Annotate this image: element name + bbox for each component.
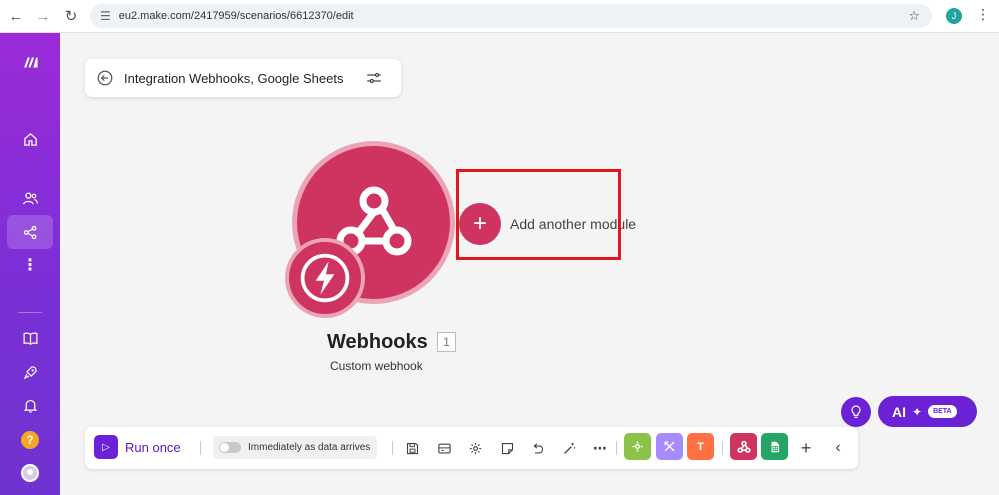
schedule-label: Immediately as data arrives <box>248 442 371 453</box>
google-sheets-tile[interactable] <box>761 433 788 460</box>
save-icon[interactable] <box>403 439 421 457</box>
back-arrow-icon[interactable]: ← <box>3 3 29 29</box>
scenario-header: Integration Webhooks, Google Sheets <box>85 59 401 97</box>
toolbar-divider <box>722 441 723 455</box>
beta-badge: BETA <box>928 405 957 418</box>
module-count-badge: 1 <box>437 332 456 352</box>
scenarios-icon[interactable] <box>7 215 53 249</box>
lightbulb-icon[interactable] <box>841 397 871 427</box>
user-avatar[interactable] <box>21 464 39 482</box>
play-icon[interactable]: ▷ <box>94 435 118 459</box>
launch-icon[interactable] <box>7 355 53 389</box>
collapse-toolbar-icon[interactable]: ‹ <box>829 439 847 457</box>
sticky-note-icon[interactable] <box>498 439 516 457</box>
bell-icon[interactable] <box>7 388 53 422</box>
browser-menu-icon[interactable]: ⋮ <box>976 6 990 23</box>
sidebar-divider <box>18 312 42 313</box>
scenario-settings-icon[interactable] <box>365 69 383 92</box>
gear-icon[interactable] <box>466 439 484 457</box>
undo-icon[interactable] <box>528 439 546 457</box>
site-settings-icon[interactable]: ☰ <box>100 9 111 23</box>
highlight-box <box>456 169 621 260</box>
team-icon[interactable] <box>7 181 53 215</box>
sidebar: ⋮ ? <box>0 33 60 495</box>
make-logo-icon[interactable] <box>7 45 53 79</box>
home-icon[interactable] <box>7 122 53 156</box>
notes-icon[interactable] <box>435 439 453 457</box>
toolbar-divider <box>200 441 201 455</box>
magic-wand-icon[interactable] <box>560 439 578 457</box>
module-title: Webhooks <box>327 331 428 353</box>
reload-icon[interactable]: ↻ <box>58 3 84 29</box>
help-icon[interactable]: ? <box>21 431 39 449</box>
webhooks-tile[interactable] <box>730 433 757 460</box>
more-icon[interactable]: ⋮ <box>7 248 53 282</box>
schedule-toggle[interactable] <box>219 442 241 453</box>
scenario-name[interactable]: Integration Webhooks, Google Sheets <box>124 71 343 86</box>
text-parser-tile[interactable]: T <box>687 433 714 460</box>
sparkle-icon: ✦ <box>912 404 923 419</box>
browser-toolbar: ← → ↻ ☰ eu2.make.com/2417959/scenarios/6… <box>0 0 999 33</box>
tools-tile[interactable] <box>624 433 651 460</box>
toolbar-divider <box>392 441 393 455</box>
more-options-icon[interactable]: ⋯ <box>591 439 609 457</box>
docs-icon[interactable] <box>7 321 53 355</box>
run-once-button[interactable]: Run once <box>125 440 181 455</box>
profile-avatar[interactable]: J <box>946 8 962 24</box>
scenario-toolbar: ▷ Run once Immediately as data arrives ⋯… <box>85 427 858 469</box>
module-subtitle: Custom webhook <box>330 359 423 373</box>
url-text: eu2.make.com/2417959/scenarios/6612370/e… <box>118 10 354 22</box>
add-tool-icon[interactable]: + <box>797 438 815 458</box>
flow-control-tile[interactable] <box>656 433 683 460</box>
toolbar-divider <box>616 441 617 455</box>
instant-trigger-icon[interactable] <box>285 238 365 318</box>
back-circle-icon[interactable] <box>95 68 115 88</box>
ai-assistant-button[interactable]: AI ✦ BETA <box>878 396 977 427</box>
address-bar[interactable]: ☰ eu2.make.com/2417959/scenarios/6612370… <box>90 4 932 28</box>
ai-label: AI <box>892 403 906 420</box>
schedule-control[interactable]: Immediately as data arrives <box>213 436 377 459</box>
bookmark-star-icon[interactable]: ☆ <box>908 8 920 24</box>
forward-arrow-icon[interactable]: → <box>30 3 56 29</box>
